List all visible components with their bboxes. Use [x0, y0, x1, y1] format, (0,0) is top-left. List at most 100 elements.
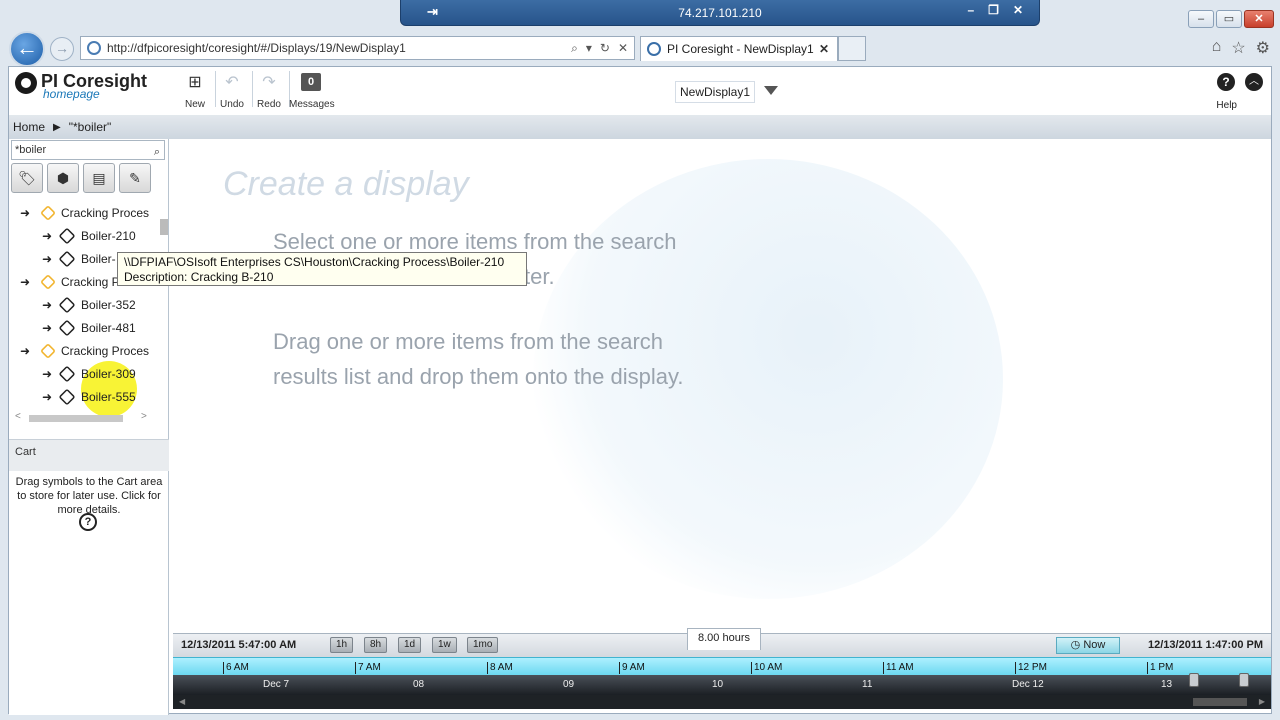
- expand-arrow-icon[interactable]: ➜: [17, 344, 33, 358]
- expand-arrow-icon[interactable]: ➜: [39, 367, 55, 381]
- tag-filter-button[interactable]: 🏷: [11, 163, 43, 193]
- expand-arrow-icon[interactable]: ➜: [17, 206, 33, 220]
- scroll-left-icon[interactable]: ◀: [179, 697, 185, 706]
- tab-close-icon[interactable]: ✕: [819, 42, 837, 56]
- timeline-scrollbar[interactable]: ◀ ▶: [173, 695, 1271, 709]
- search-icon[interactable]: ⌕: [571, 41, 578, 56]
- settings-gear-icon[interactable]: ⚙: [1256, 38, 1270, 58]
- day-tick: 08: [413, 679, 425, 690]
- redo-button[interactable]: ↷ Redo: [247, 69, 291, 110]
- duration-label[interactable]: 8.00 hours: [687, 628, 761, 650]
- document-icon: ▤: [92, 169, 106, 186]
- day-tick: 09: [563, 679, 575, 690]
- hour-tick: 11 AM: [883, 662, 914, 674]
- url-text[interactable]: http://dfpicoresight/coresight/#/Display…: [107, 41, 571, 55]
- tree-vertical-scrollbar[interactable]: [159, 201, 169, 413]
- redo-label: Redo: [257, 99, 281, 110]
- search-input[interactable]: *boiler ⌕: [11, 140, 165, 160]
- document-filter-button[interactable]: ▤: [83, 163, 115, 193]
- collapse-header-icon[interactable]: ︿: [1245, 73, 1263, 91]
- hour-tick: 7 AM: [355, 662, 381, 674]
- tab-favicon-icon: [647, 42, 661, 56]
- expand-arrow-icon[interactable]: ➜: [39, 229, 55, 243]
- range-1w-button[interactable]: 1w: [432, 637, 457, 653]
- clock-icon: ◷: [1070, 639, 1084, 651]
- hour-scale: 6 AM 7 AM 8 AM 9 AM 10 AM 11 AM 12 PM 1 …: [173, 657, 1271, 675]
- expand-arrow-icon[interactable]: ➜: [39, 252, 55, 266]
- tooltip-path: \\DFPIAF\OSIsoft Enterprises CS\Houston\…: [124, 255, 505, 269]
- search-value: *boiler: [15, 144, 47, 156]
- display-canvas[interactable]: Create a display Select one or more item…: [173, 139, 1271, 633]
- new-tab-button[interactable]: [838, 36, 866, 61]
- tag-icon: 🏷: [18, 169, 36, 186]
- homepage-link[interactable]: homepage: [43, 87, 100, 101]
- browser-tab[interactable]: PI Coresight - NewDisplay1 ✕: [640, 36, 838, 61]
- tree-item[interactable]: ➜ Boiler-352: [9, 293, 159, 316]
- address-bar[interactable]: http://dfpicoresight/coresight/#/Display…: [80, 36, 635, 60]
- asset-filter-button[interactable]: ⬢: [47, 163, 79, 193]
- end-time[interactable]: 12/13/2011 1:47:00 PM: [1148, 639, 1263, 651]
- favorites-star-icon[interactable]: ☆: [1231, 38, 1245, 58]
- cart-help-icon[interactable]: ?: [79, 513, 97, 531]
- instruction-line-3: Drag one or more items from the search: [273, 329, 664, 354]
- dropdown-icon[interactable]: ▾: [586, 41, 592, 56]
- expand-arrow-icon[interactable]: ➜: [39, 390, 55, 404]
- breadcrumb-current[interactable]: "*boiler": [69, 120, 112, 134]
- search-results-tree: ➜ Cracking Proces ➜ Boiler-210 ➜ Boiler- ➜ C…: [9, 201, 159, 413]
- refresh-icon[interactable]: ↻: [600, 41, 610, 56]
- hour-tick: 1 PM: [1147, 662, 1173, 674]
- messages-button[interactable]: 0 Messages: [289, 69, 335, 110]
- remote-session-bar: ⇥ 74.217.101.210 – ❐ ✕: [400, 0, 1040, 26]
- range-8h-button[interactable]: 8h: [364, 637, 388, 653]
- page-icon: [87, 41, 101, 55]
- magnifier-icon[interactable]: ⌕: [154, 143, 160, 161]
- stop-icon[interactable]: ✕: [618, 41, 628, 56]
- edit-filter-button[interactable]: ✎: [119, 163, 151, 193]
- timeline-start-handle[interactable]: [1189, 673, 1199, 687]
- back-button[interactable]: ←: [9, 31, 45, 67]
- asset-icon: [58, 296, 76, 313]
- day-tick: 13: [1161, 679, 1173, 690]
- tree-item[interactable]: ➜ Boiler-555: [9, 385, 159, 408]
- asset-icon: [58, 319, 76, 336]
- chevron-down-icon[interactable]: [764, 86, 778, 95]
- scroll-left-icon[interactable]: <: [15, 411, 21, 422]
- scroll-right-icon[interactable]: >: [141, 411, 147, 422]
- home-icon[interactable]: ⌂: [1212, 38, 1222, 58]
- range-1d-button[interactable]: 1d: [398, 637, 422, 653]
- help-icon[interactable]: ?: [1217, 73, 1235, 91]
- pin-icon[interactable]: ⇥: [427, 4, 438, 20]
- display-name-field[interactable]: NewDisplay1: [675, 81, 756, 103]
- minimize-icon[interactable]: –: [967, 3, 974, 17]
- tree-item[interactable]: ➜ Boiler-210: [9, 224, 159, 247]
- tree-horizontal-scrollbar[interactable]: < >: [11, 411, 159, 425]
- remote-ip: 74.217.101.210: [678, 5, 762, 20]
- breadcrumb: Home ▶ "*boiler": [9, 115, 1271, 139]
- tooltip-description: Description: Cracking B-210: [124, 270, 274, 284]
- coresight-app: PI Coresight homepage ⊞ New ↶ Undo ↷ Red…: [8, 66, 1272, 715]
- expand-arrow-icon[interactable]: ➜: [39, 298, 55, 312]
- search-panel: *boiler ⌕ 🏷 ⬢ ▤ ✎ ➜ Cracking Proces ➜ Boil…: [9, 139, 169, 715]
- tree-item[interactable]: ➜ Cracking Proces: [9, 339, 159, 362]
- scroll-right-icon[interactable]: ▶: [1259, 697, 1265, 706]
- day-tick: 11: [862, 679, 873, 690]
- breadcrumb-home[interactable]: Home: [13, 120, 45, 134]
- cart-header[interactable]: Cart: [9, 439, 169, 471]
- hour-tick: 12 PM: [1015, 662, 1047, 674]
- close-icon[interactable]: ✕: [1013, 3, 1023, 17]
- expand-arrow-icon[interactable]: ➜: [39, 321, 55, 335]
- start-time[interactable]: 12/13/2011 5:47:00 AM: [181, 639, 296, 651]
- range-1h-button[interactable]: 1h: [330, 637, 354, 653]
- range-1mo-button[interactable]: 1mo: [467, 637, 499, 653]
- now-button[interactable]: ◷ Now: [1056, 637, 1120, 654]
- tree-item[interactable]: ➜ Boiler-309: [9, 362, 159, 385]
- redo-icon: ↷: [262, 74, 276, 91]
- tree-item[interactable]: ➜ Boiler-481: [9, 316, 159, 339]
- restore-icon[interactable]: ❐: [988, 3, 999, 17]
- expand-arrow-icon[interactable]: ➜: [17, 275, 33, 289]
- timeline-end-handle[interactable]: [1239, 673, 1249, 687]
- forward-button[interactable]: →: [50, 37, 74, 61]
- instruction-line-4: results list and drop them onto the disp…: [273, 364, 684, 389]
- tree-item[interactable]: ➜ Cracking Proces: [9, 201, 159, 224]
- day-scale: Dec 7 08 09 10 11 Dec 12 13: [173, 675, 1271, 695]
